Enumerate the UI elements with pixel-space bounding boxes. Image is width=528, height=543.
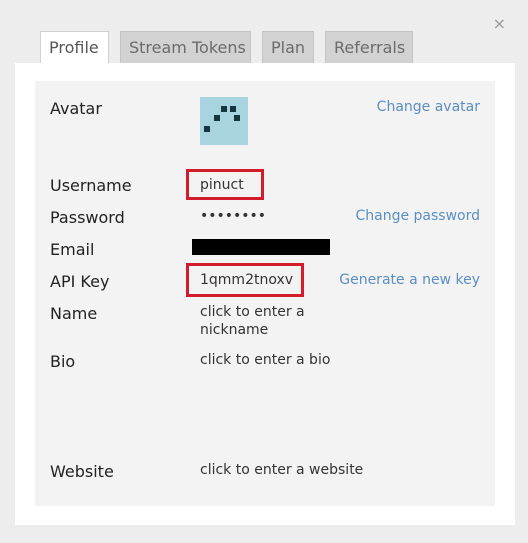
close-icon[interactable]: × — [493, 16, 506, 32]
name-value[interactable]: click to enter a nickname — [200, 303, 320, 339]
tab-stream-tokens[interactable]: Stream Tokens — [120, 31, 251, 64]
tab-plan[interactable]: Plan — [262, 31, 314, 64]
website-label: Website — [50, 462, 114, 481]
email-redacted — [192, 239, 330, 255]
website-value[interactable]: click to enter a website — [200, 461, 363, 479]
change-password-link[interactable]: Change password — [355, 208, 480, 224]
username-value[interactable]: pinuct — [200, 176, 244, 194]
bio-label: Bio — [50, 352, 76, 371]
tab-referrals[interactable]: Referrals — [325, 31, 413, 64]
avatar-label: Avatar — [50, 99, 102, 118]
username-label: Username — [50, 176, 132, 195]
api-key-label: API Key — [50, 272, 110, 291]
profile-panel: Avatar Change avatar Username pinuct Pas… — [15, 63, 515, 525]
change-avatar-link[interactable]: Change avatar — [377, 99, 480, 115]
email-label: Email — [50, 240, 95, 259]
password-label: Password — [50, 208, 125, 227]
tab-profile[interactable]: Profile — [40, 31, 109, 65]
password-value: •••••••• — [200, 208, 267, 224]
avatar[interactable] — [200, 97, 248, 145]
api-key-value: 1qmm2tnoxv — [200, 272, 294, 288]
profile-form: Avatar Change avatar Username pinuct Pas… — [35, 81, 495, 506]
bio-value[interactable]: click to enter a bio — [200, 351, 330, 369]
account-dialog: × Profile Stream Tokens Plan Referrals A… — [0, 0, 528, 543]
generate-key-link[interactable]: Generate a new key — [339, 272, 480, 288]
name-label: Name — [50, 304, 98, 323]
